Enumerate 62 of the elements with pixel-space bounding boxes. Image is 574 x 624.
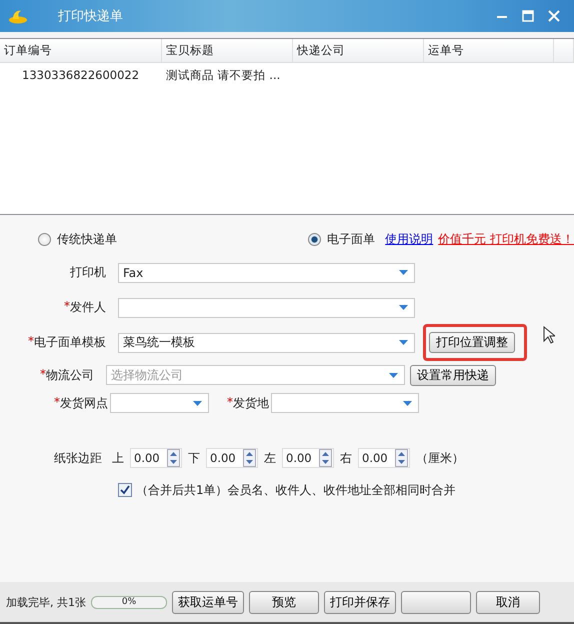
spin-arrows-icon[interactable] — [319, 449, 332, 467]
radio-option[interactable]: 电子面单 — [308, 230, 376, 248]
status-text: 加载完毕, 共1张 — [6, 594, 86, 610]
hat-logo-icon — [8, 8, 28, 24]
column-header[interactable]: 订单编号 — [0, 39, 162, 62]
dropdown-field[interactable] — [118, 298, 415, 318]
action-button[interactable]: 打印并保存 — [324, 590, 396, 614]
dropdown-arrow-icon — [403, 400, 412, 406]
number-spinner[interactable]: 0.00 — [282, 448, 334, 468]
field-label: 纸张边距 — [53, 450, 103, 466]
required-mark: * — [28, 334, 34, 350]
side-label: 下 — [188, 450, 200, 466]
field-label: 物流公司 — [46, 366, 94, 384]
required-mark: * — [54, 394, 60, 410]
dropdown-field[interactable] — [271, 393, 419, 413]
window-title: 打印快递单 — [58, 8, 124, 25]
required-mark: * — [227, 394, 233, 410]
side-label: 右 — [340, 450, 352, 466]
dropdown-field[interactable]: Fax — [118, 262, 415, 282]
blank-button[interactable] — [401, 590, 471, 614]
dropdown-arrow-icon — [399, 305, 408, 310]
column-header[interactable]: 运单号 — [424, 39, 554, 62]
dropdown-arrow-icon — [399, 340, 408, 345]
field-label: 发货网点 — [60, 394, 108, 412]
merge-checkbox[interactable] — [118, 483, 132, 497]
spin-arrows-icon[interactable] — [167, 449, 180, 467]
unit-label: （厘米） — [416, 450, 464, 466]
side-label: 上 — [112, 450, 124, 466]
adjust-button[interactable]: 打印位置调整 — [429, 332, 515, 353]
action-button[interactable]: 获取运单号 — [172, 590, 244, 614]
field-label: 发件人 — [70, 299, 106, 316]
dropdown-field[interactable] — [110, 393, 209, 413]
link[interactable]: 使用说明 — [385, 230, 434, 248]
radio-option[interactable]: 传统快递单 — [38, 230, 117, 248]
action-button[interactable]: 预览 — [249, 590, 319, 614]
dropdown-arrow-icon — [399, 270, 408, 275]
table-cell-text: 1330336822600022 — [21, 67, 140, 84]
required-mark: * — [64, 299, 70, 315]
progress-text: 0% — [122, 597, 136, 607]
cursor-icon — [543, 326, 555, 344]
dropdown-field[interactable]: 菜鸟统一模板 — [118, 332, 415, 352]
field-label: 发货地 — [233, 394, 269, 412]
spin-arrows-icon[interactable] — [243, 449, 256, 467]
number-spinner[interactable]: 0.00 — [358, 448, 410, 468]
dropdown-arrow-icon — [193, 400, 202, 406]
required-mark: * — [40, 366, 46, 382]
field-label: 电子面单模板 — [34, 334, 106, 351]
side-label: 左 — [264, 450, 276, 466]
dropdown-arrow-icon — [389, 372, 398, 378]
link[interactable]: 价值千元 打印机免费送！ — [438, 230, 574, 248]
merge-label: （合并后共1单）会员名、收件人、收件地址全部相同时合并 — [136, 482, 456, 498]
field-label: 打印机 — [70, 264, 106, 281]
column-header[interactable]: 宝贝标题 — [162, 39, 293, 62]
maximize-icon[interactable] — [522, 10, 534, 22]
column-header[interactable]: 快递公司 — [293, 39, 424, 62]
table-cell-text: 测试商品 请不要拍 ... — [165, 67, 282, 84]
setting-button[interactable]: 设置常用快递 — [410, 364, 496, 386]
number-spinner[interactable]: 0.00 — [130, 448, 182, 468]
spin-arrows-icon[interactable] — [395, 449, 408, 467]
action-button[interactable]: 取消 — [476, 590, 540, 614]
number-spinner[interactable]: 0.00 — [206, 448, 258, 468]
close-icon[interactable] — [548, 10, 560, 22]
